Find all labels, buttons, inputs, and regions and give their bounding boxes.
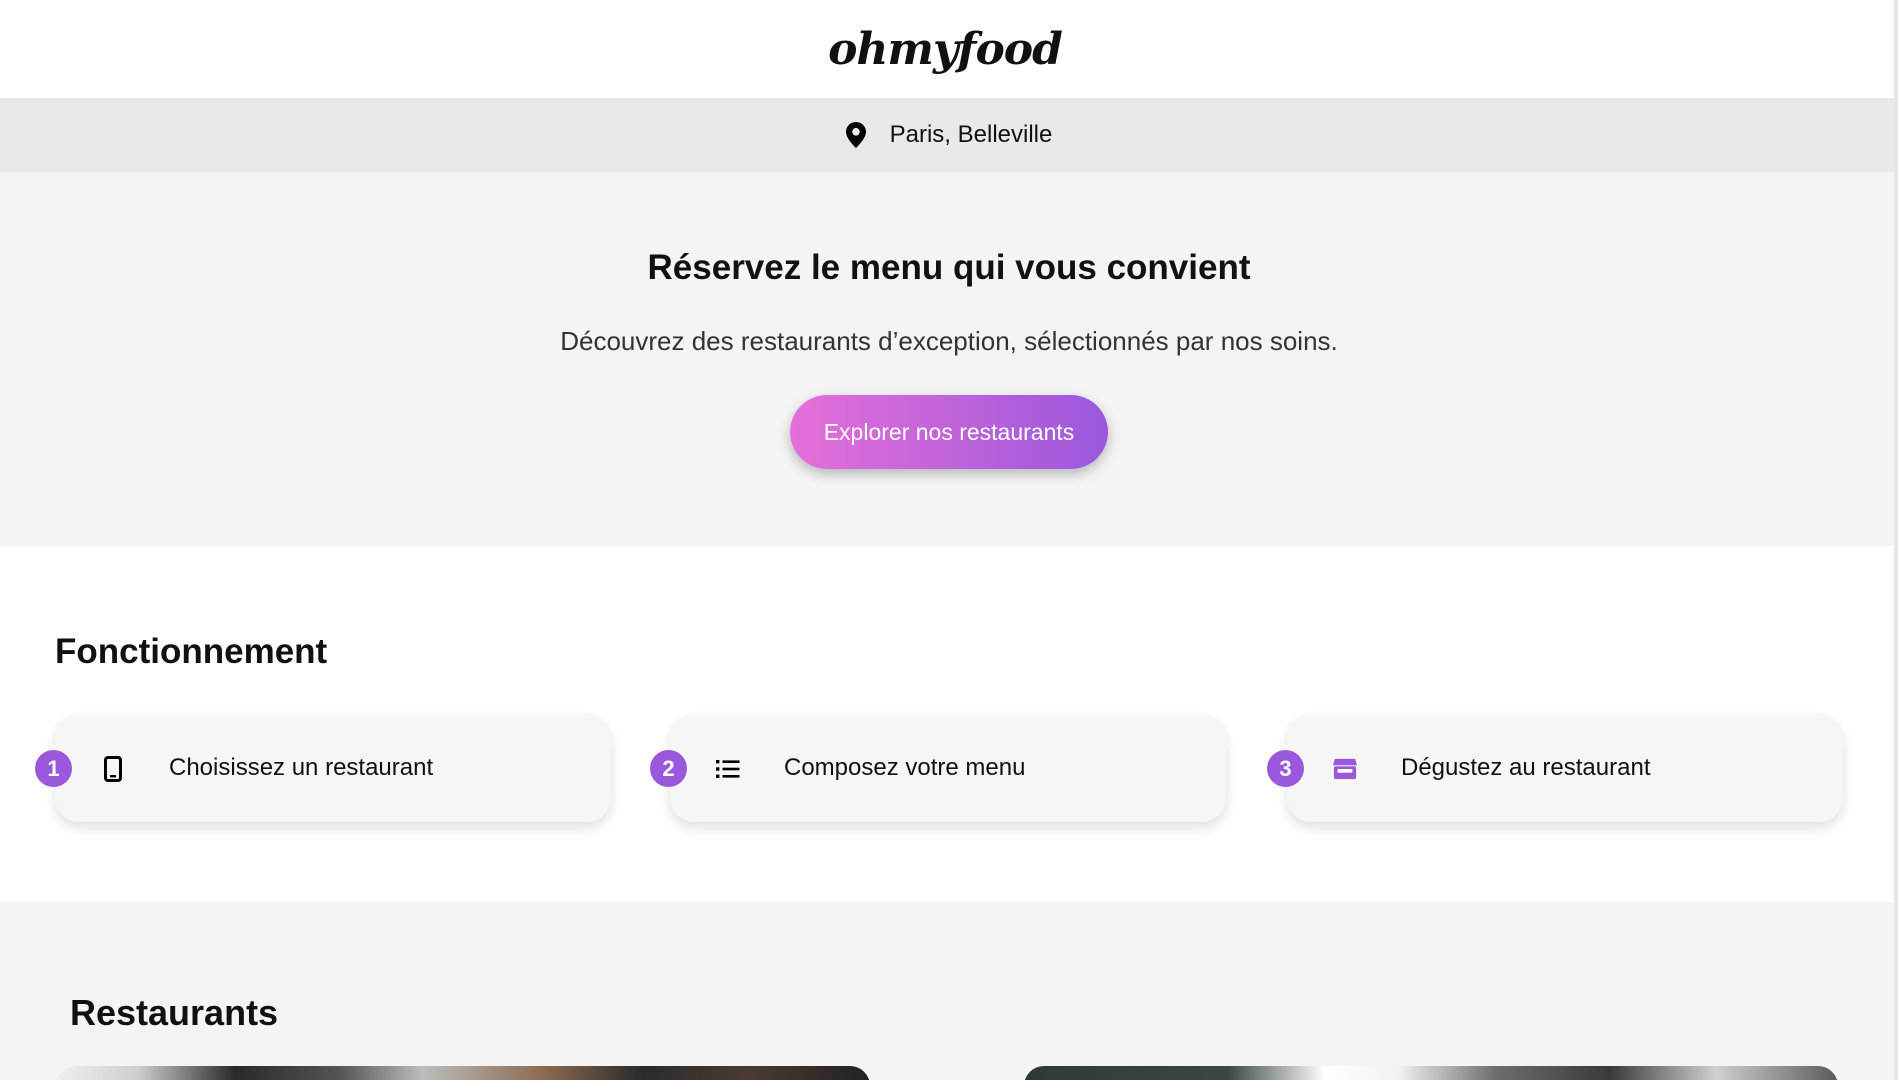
map-pin-icon [845, 122, 866, 148]
list-icon [716, 756, 740, 782]
step-number-badge: 2 [650, 750, 687, 787]
restaurant-card-image[interactable] [56, 1066, 870, 1080]
step-number-badge: 3 [1267, 750, 1304, 787]
location-bar: Paris, Belleville [0, 98, 1898, 172]
step-label: Composez votre menu [784, 754, 1026, 781]
step-card-1: 1 Choisissez un restaurant [35, 714, 611, 822]
location-text: Paris, Belleville [889, 121, 1053, 148]
smartphone-icon [101, 756, 125, 782]
step-number-badge: 1 [35, 750, 72, 787]
section-title-how: Fonctionnement [55, 632, 328, 671]
restaurants-section: Restaurants [0, 902, 1898, 1080]
section-title-restaurants: Restaurants [70, 992, 279, 1033]
store-icon [1333, 756, 1357, 782]
how-it-works-section: Fonctionnement 1 Choisissez un restauran… [0, 546, 1898, 902]
step-label: Choisissez un restaurant [169, 754, 434, 781]
site-header: ohmyfood [0, 0, 1898, 98]
restaurant-card-image[interactable] [1024, 1066, 1838, 1080]
hero-subtitle: Découvrez des restaurants d’exception, s… [560, 326, 1338, 356]
site-logo[interactable]: ohmyfood [828, 24, 1063, 75]
page: ohmyfood Paris, Belleville Réservez le m… [0, 0, 1898, 1080]
hero-title: Réservez le menu qui vous convient [647, 248, 1251, 287]
hero-section: Réservez le menu qui vous convient Décou… [0, 172, 1898, 546]
step-card-3: 3 Dégustez au restaurant [1267, 714, 1843, 822]
step-card-2: 2 Composez votre menu [650, 714, 1226, 822]
explore-restaurants-button[interactable]: Explorer nos restaurants [790, 395, 1108, 469]
scrollbar-track[interactable] [1894, 0, 1898, 1080]
step-label: Dégustez au restaurant [1401, 754, 1651, 781]
